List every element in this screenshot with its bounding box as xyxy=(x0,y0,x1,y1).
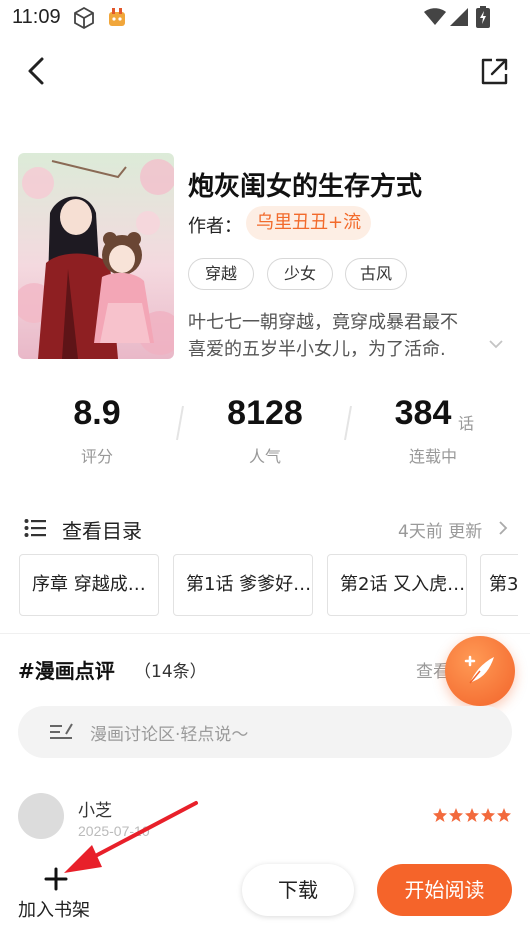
review-date: 2025-07-10 xyxy=(78,823,150,839)
catalog-update-text[interactable]: 4天前 更新 xyxy=(398,517,482,542)
edit-list-icon xyxy=(50,723,73,739)
start-reading-button[interactable]: 开始阅读 xyxy=(377,864,512,916)
tag-chip[interactable]: 古风 xyxy=(345,258,407,290)
chapter-card[interactable]: 序章 穿越成… xyxy=(19,554,159,616)
reviews-count: （14条） xyxy=(134,662,207,682)
chapter-card[interactable]: 第3 xyxy=(480,554,518,616)
tag-chip[interactable]: 少女 xyxy=(267,258,333,290)
write-review-button[interactable] xyxy=(445,636,515,706)
share-icon[interactable] xyxy=(478,54,512,88)
back-arrow-icon[interactable] xyxy=(20,54,54,88)
chapter-card[interactable]: 第1话 爹爹好… xyxy=(173,554,313,616)
star-rating xyxy=(433,808,511,822)
chapter-strip[interactable]: 序章 穿越成… 第1话 爹爹好… 第2话 又入虎… 第3 xyxy=(18,553,518,617)
author-chip[interactable]: 乌里丑丑+流 xyxy=(246,206,372,240)
author-label: 作者： xyxy=(188,216,242,237)
app-notification-icon xyxy=(109,8,125,26)
synopsis-line[interactable]: 叶七七一朝穿越，竟穿成暴君最不 xyxy=(188,308,458,334)
comic-cover-image[interactable] xyxy=(18,153,174,359)
avatar[interactable] xyxy=(18,793,64,839)
comment-input[interactable]: 漫画讨论区·轻点说～ xyxy=(18,706,512,758)
comic-title: 炮灰闺女的生存方式 xyxy=(188,172,423,202)
quill-icon xyxy=(464,655,494,684)
list-icon[interactable] xyxy=(24,518,46,538)
section-divider xyxy=(0,633,530,634)
tag-chip[interactable]: 穿越 xyxy=(188,258,254,290)
reviews-title: #漫画点评 xyxy=(18,659,115,683)
chevron-right-icon[interactable] xyxy=(498,520,508,536)
episodes-value: 384 xyxy=(394,394,452,432)
download-button[interactable]: 下载 xyxy=(242,864,354,916)
status-bar: 11:09 xyxy=(0,0,530,36)
cube-icon xyxy=(74,6,94,30)
view-catalog-link[interactable]: 查看目录 xyxy=(62,515,142,544)
serial-status-label: 连载中 xyxy=(408,447,457,466)
chapter-card[interactable]: 第2话 又入虎… xyxy=(327,554,467,616)
episodes-unit: 话 xyxy=(458,414,475,433)
rating-label: 评分 xyxy=(80,447,113,466)
comment-placeholder: 漫画讨论区·轻点说～ xyxy=(90,725,249,745)
wifi-icon xyxy=(424,8,446,25)
stat-divider xyxy=(344,405,352,441)
rating-value: 8.9 xyxy=(73,394,121,432)
status-time: 11:09 xyxy=(12,6,61,28)
battery-icon xyxy=(476,6,490,28)
review-username[interactable]: 小芝 xyxy=(78,796,112,821)
popularity-label: 人气 xyxy=(248,447,281,466)
plus-icon[interactable] xyxy=(43,866,69,892)
add-to-bookshelf-button[interactable]: 加入书架 xyxy=(18,896,90,922)
popularity-value: 8128 xyxy=(227,394,303,432)
synopsis-line[interactable]: 喜爱的五岁半小女儿，为了活命. xyxy=(188,335,446,361)
stat-divider xyxy=(176,405,184,441)
signal-icon xyxy=(450,8,468,26)
chevron-down-icon[interactable] xyxy=(488,338,504,350)
